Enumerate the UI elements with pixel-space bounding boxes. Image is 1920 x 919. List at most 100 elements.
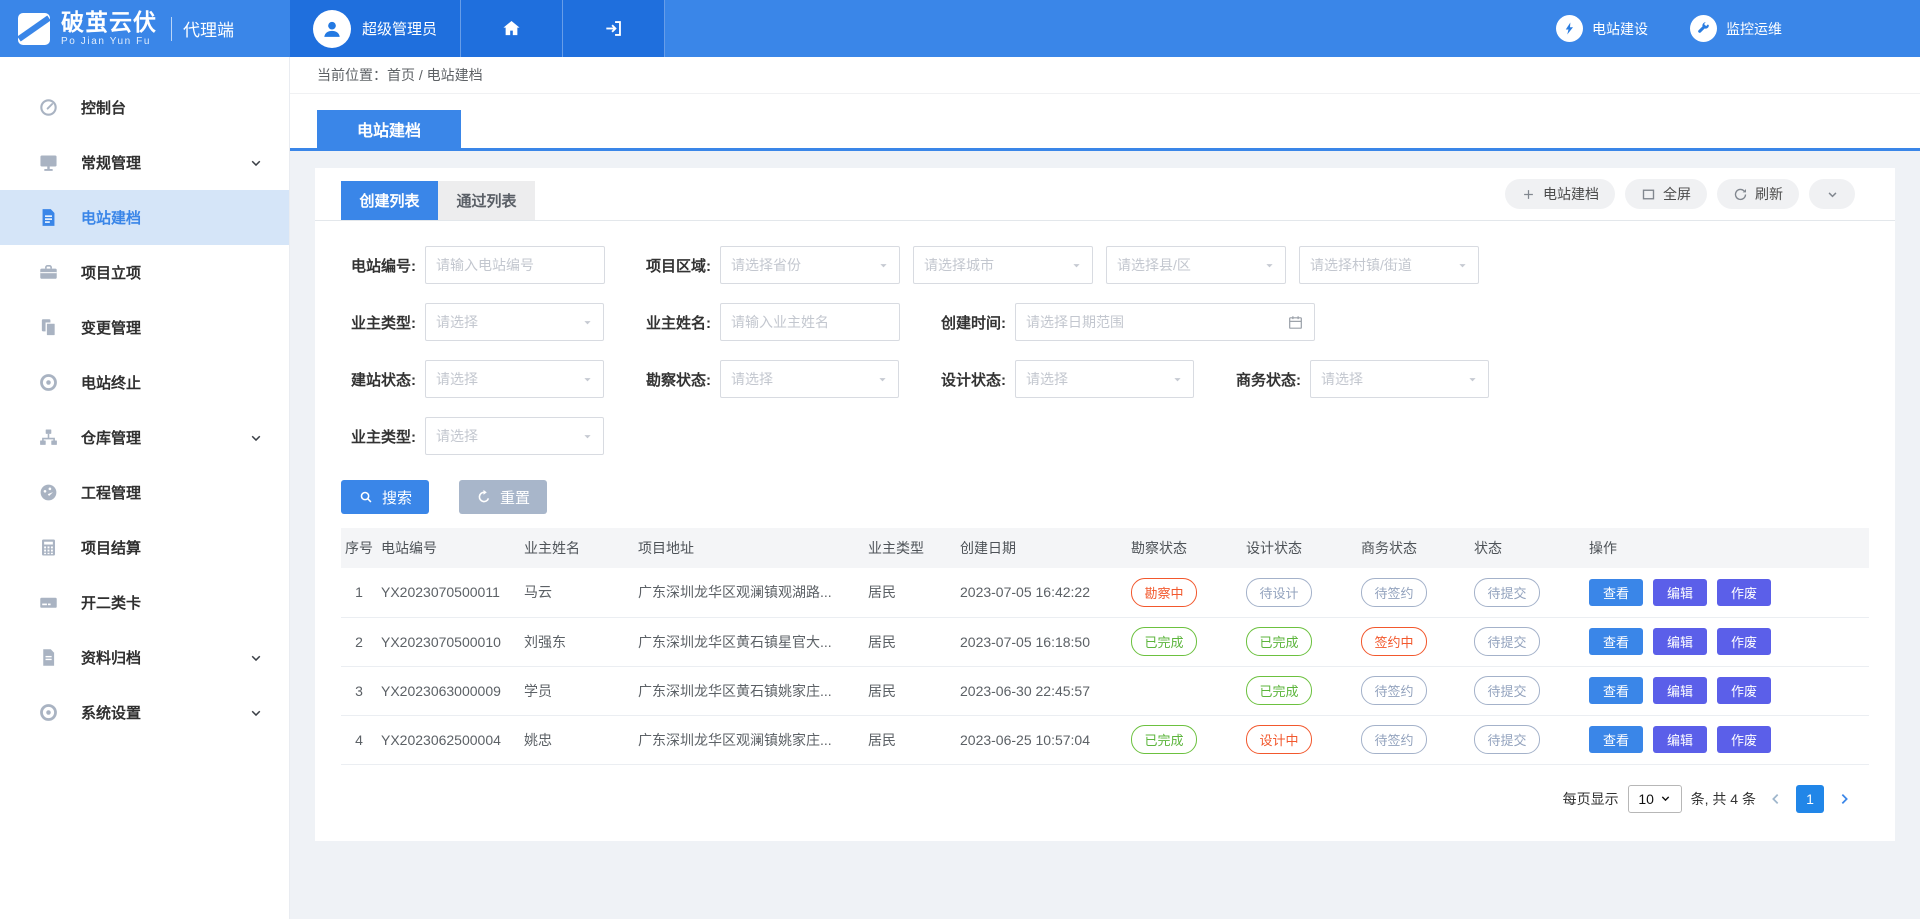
col-created: 创建日期 — [960, 528, 1131, 568]
sidebar-item-change-mgmt[interactable]: 变更管理 — [0, 300, 289, 355]
view-button[interactable]: 查看 — [1589, 677, 1643, 704]
sidebar-item-class2-card[interactable]: 开二类卡 — [0, 575, 289, 630]
shortcut-station-build[interactable]: 电站建设 — [1556, 15, 1648, 42]
owner-type2-label: 业主类型: — [341, 426, 416, 447]
add-station-button[interactable]: 电站建档 — [1505, 179, 1615, 209]
chevron-left-icon — [1768, 791, 1784, 807]
province-select[interactable]: 请选择省份 — [720, 246, 900, 284]
town-select[interactable]: 请选择村镇/街道 — [1299, 246, 1479, 284]
col-station-code: 电站编号 — [381, 528, 524, 568]
home-icon — [501, 18, 522, 39]
view-button[interactable]: 查看 — [1589, 628, 1643, 655]
void-button[interactable]: 作废 — [1717, 579, 1771, 606]
view-button[interactable]: 查看 — [1589, 579, 1643, 606]
edit-button[interactable]: 编辑 — [1653, 726, 1707, 753]
survey-status-badge: 勘察中 — [1131, 578, 1197, 607]
search-icon — [358, 489, 374, 505]
edit-button[interactable]: 编辑 — [1653, 579, 1707, 606]
region-select-group: 请选择省份 请选择城市 请选择县/区 — [720, 246, 1479, 284]
per-page-label: 每页显示 — [1563, 789, 1619, 809]
design-status-badge: 已完成 — [1246, 676, 1312, 705]
sidebar-item-warehouse-mgmt[interactable]: 仓库管理 — [0, 410, 289, 465]
page-number-1[interactable]: 1 — [1796, 785, 1824, 813]
per-page-select[interactable]: 10 — [1628, 785, 1682, 813]
chevron-down-icon — [249, 156, 263, 170]
sidebar-item-console[interactable]: 控制台 — [0, 80, 289, 135]
filter-row-1: 电站编号: 项目区域: 请选择省份 请选择城市 — [341, 246, 1869, 284]
void-button[interactable]: 作废 — [1717, 726, 1771, 753]
search-button[interactable]: 搜索 — [341, 480, 429, 514]
status-badge: 待提交 — [1474, 676, 1540, 705]
design-status-select[interactable]: 请选择 — [1015, 360, 1194, 398]
sidebar-item-general-mgmt[interactable]: 常规管理 — [0, 135, 289, 190]
brand-logo: 破茧云伏 Po Jian Yun Fu 代理端 — [0, 0, 290, 57]
region-label: 项目区域: — [636, 255, 711, 276]
station-table: 序号 电站编号 业主姓名 项目地址 业主类型 创建日期 勘察状态 设计状态 商务… — [341, 528, 1869, 765]
prev-page-button[interactable] — [1765, 788, 1787, 810]
tab-create-list[interactable]: 创建列表 — [341, 181, 438, 220]
fullscreen-button[interactable]: 全屏 — [1625, 179, 1707, 209]
field-region: 项目区域: 请选择省份 请选择城市 请选择县/区 — [636, 246, 1479, 284]
void-button[interactable]: 作废 — [1717, 628, 1771, 655]
avatar — [313, 10, 351, 48]
void-button[interactable]: 作废 — [1717, 677, 1771, 704]
owner-type2-select[interactable]: 请选择 — [425, 417, 604, 455]
sidebar-item-data-archive[interactable]: 资料归档 — [0, 630, 289, 685]
col-status: 状态 — [1474, 528, 1589, 568]
date-range-picker[interactable] — [1015, 303, 1315, 341]
owner-name-input[interactable] — [720, 303, 900, 341]
reset-button[interactable]: 重置 — [459, 480, 547, 514]
sidebar-item-project-settlement[interactable]: 项目结算 — [0, 520, 289, 575]
survey-status-select[interactable]: 请选择 — [720, 360, 899, 398]
user-menu[interactable]: 超级管理员 — [290, 0, 461, 57]
panel-tabs: 创建列表 通过列表 — [341, 181, 535, 220]
county-select[interactable]: 请选择县/区 — [1106, 246, 1286, 284]
refresh-button[interactable]: 刷新 — [1717, 179, 1799, 209]
col-actions: 操作 — [1589, 528, 1869, 568]
page-tab-station-archive[interactable]: 电站建档 — [317, 110, 461, 148]
caret-down-icon — [1069, 258, 1084, 273]
caret-down-icon — [1455, 258, 1470, 273]
page-tabstrip: 电站建档 — [290, 94, 1920, 151]
field-survey-status: 勘察状态: 请选择 — [636, 360, 899, 398]
survey-status-label: 勘察状态: — [636, 369, 711, 390]
chevron-down-icon — [249, 651, 263, 665]
business-status-badge: 待签约 — [1361, 725, 1427, 754]
build-status-label: 建站状态: — [341, 369, 416, 390]
col-owner-name: 业主姓名 — [524, 528, 638, 568]
shortcut-label: 监控运维 — [1726, 19, 1782, 39]
content: 创建列表 通过列表 电站建档 全屏 刷新 — [290, 151, 1920, 841]
station-code-input[interactable] — [425, 246, 605, 284]
sidebar-item-station-archive[interactable]: 电站建档 — [0, 190, 289, 245]
next-page-button[interactable] — [1833, 788, 1855, 810]
station-code-label: 电站编号: — [341, 255, 416, 276]
sidebar-item-station-terminate[interactable]: 电站终止 — [0, 355, 289, 410]
view-button[interactable]: 查看 — [1589, 726, 1643, 753]
brand-subtitle: Po Jian Yun Fu — [61, 36, 157, 47]
sidebar-item-engineering-mgmt[interactable]: 工程管理 — [0, 465, 289, 520]
collapse-button[interactable] — [1809, 179, 1855, 209]
wrench-icon — [1690, 15, 1717, 42]
logout-button[interactable] — [563, 0, 665, 57]
business-status-badge: 签约中 — [1361, 627, 1427, 656]
header-spacer — [665, 0, 1556, 57]
owner-type-select[interactable]: 请选择 — [425, 303, 604, 341]
edit-button[interactable]: 编辑 — [1653, 677, 1707, 704]
table-row: 1 YX2023070500011 马云 广东深圳龙华区观澜镇观湖路... 居民… — [341, 568, 1869, 617]
tab-passed-list[interactable]: 通过列表 — [438, 181, 535, 220]
brand-tag: 代理端 — [183, 16, 234, 41]
field-build-status: 建站状态: 请选择 — [341, 360, 604, 398]
col-business-status: 商务状态 — [1361, 528, 1474, 568]
sidebar-item-system-settings[interactable]: 系统设置 — [0, 685, 289, 740]
build-status-select[interactable]: 请选择 — [425, 360, 604, 398]
col-owner-type: 业主类型 — [868, 528, 960, 568]
field-create-time: 创建时间: — [931, 303, 1315, 341]
edit-button[interactable]: 编辑 — [1653, 628, 1707, 655]
business-status-select[interactable]: 请选择 — [1310, 360, 1489, 398]
breadcrumb-path[interactable]: 首页 / 电站建档 — [387, 65, 483, 85]
shortcut-monitor-ops[interactable]: 监控运维 — [1690, 15, 1782, 42]
home-button[interactable] — [461, 0, 563, 57]
sidebar-item-project-initiation[interactable]: 项目立项 — [0, 245, 289, 300]
city-select[interactable]: 请选择城市 — [913, 246, 1093, 284]
date-range-input[interactable] — [1026, 314, 1287, 330]
